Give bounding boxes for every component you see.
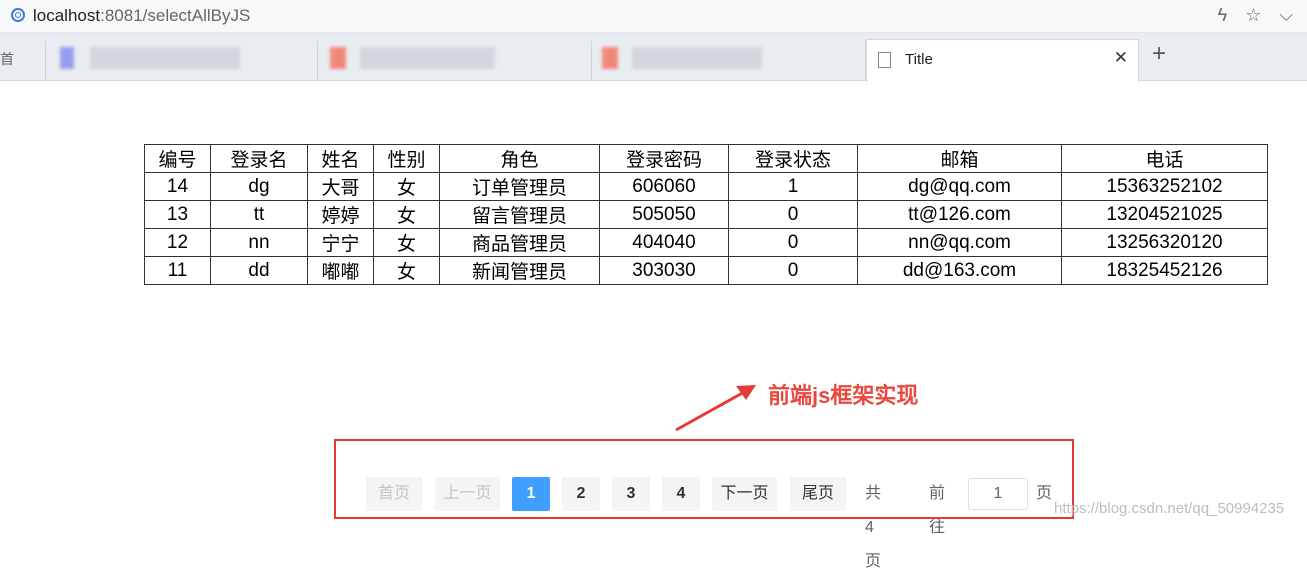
cell-login-status: 0	[728, 256, 858, 285]
page-icon	[878, 52, 891, 68]
cell-password: 606060	[599, 172, 729, 201]
header-name: 姓名	[307, 144, 374, 173]
total-pages-label: 共 4 页	[865, 485, 882, 570]
new-tab-button[interactable]: +	[1152, 40, 1166, 68]
tab-favicon-icon	[602, 47, 618, 69]
header-id: 编号	[144, 144, 211, 173]
header-password: 登录密码	[599, 144, 729, 173]
cell-email: tt@126.com	[857, 200, 1062, 229]
tab-blurred-2[interactable]	[318, 41, 592, 81]
site-security-icon[interactable]	[11, 8, 25, 22]
page-button-1[interactable]: 1	[512, 477, 550, 511]
star-icon[interactable]: ☆	[1245, 5, 1261, 26]
table-row: 12 nn 宁宁 女 商品管理员 404040 0 nn@qq.com 1325…	[144, 228, 1268, 257]
cell-id: 12	[144, 228, 211, 257]
goto-suffix: 页	[1036, 485, 1053, 502]
cell-login-name: dg	[210, 172, 308, 201]
address-bar[interactable]: localhost:8081/selectAllByJS ϟ ☆ ⌵	[0, 0, 1307, 33]
prev-page-button[interactable]: 上一页	[435, 477, 500, 511]
tab-favicon-icon	[60, 47, 74, 69]
cell-name: 嘟嘟	[307, 256, 374, 285]
tab-strip: Title ✕	[0, 33, 1307, 82]
cell-id: 13	[144, 200, 211, 229]
cell-phone: 18325452126	[1061, 256, 1268, 285]
header-login-status: 登录状态	[728, 144, 858, 173]
annotation-arrow-icon	[675, 385, 756, 432]
cell-email: nn@qq.com	[857, 228, 1062, 257]
cell-phone: 13256320120	[1061, 228, 1268, 257]
cell-email: dg@qq.com	[857, 172, 1062, 201]
header-login-name: 登录名	[210, 144, 308, 173]
cell-name: 大哥	[307, 172, 374, 201]
header-gender: 性别	[373, 144, 440, 173]
next-page-button[interactable]: 下一页	[712, 477, 777, 511]
tab-partial-text: 首	[0, 51, 14, 67]
url-text[interactable]: localhost:8081/selectAllByJS	[33, 6, 250, 26]
cell-role: 留言管理员	[439, 200, 600, 229]
cell-login-name: tt	[210, 200, 308, 229]
cell-password: 303030	[599, 256, 729, 285]
users-table: 编号 登录名 姓名 性别 角色 登录密码 登录状态 邮箱 电话 14 dg 大哥…	[144, 144, 1268, 285]
cell-login-status: 1	[728, 172, 858, 201]
url-path: :8081/selectAllByJS	[100, 6, 251, 25]
last-page-button[interactable]: 尾页	[790, 477, 846, 511]
cell-login-status: 0	[728, 228, 858, 257]
page-button-2[interactable]: 2	[562, 477, 600, 511]
cell-name: 婷婷	[307, 200, 374, 229]
table-row: 14 dg 大哥 女 订单管理员 606060 1 dg@qq.com 1536…	[144, 172, 1268, 201]
url-host: localhost	[33, 6, 101, 25]
page-button-3[interactable]: 3	[612, 477, 650, 511]
header-phone: 电话	[1061, 144, 1268, 173]
tab-blurred-3[interactable]	[592, 41, 866, 81]
cell-password: 505050	[599, 200, 729, 229]
first-page-button[interactable]: 首页	[366, 477, 422, 511]
tab-blurred-1[interactable]	[46, 41, 318, 81]
cell-role: 商品管理员	[439, 228, 600, 257]
cell-phone: 15363252102	[1061, 172, 1268, 201]
close-icon[interactable]: ✕	[1114, 48, 1128, 68]
page-button-4[interactable]: 4	[662, 477, 700, 511]
lightning-icon[interactable]: ϟ	[1218, 5, 1228, 26]
tab-blurred-title	[632, 47, 762, 69]
cell-gender: 女	[373, 200, 440, 229]
cell-id: 11	[144, 256, 211, 285]
cell-name: 宁宁	[307, 228, 374, 257]
address-bar-actions: ϟ ☆ ⌵	[1205, 5, 1293, 26]
tab-blurred-title	[360, 47, 495, 69]
cell-login-name: dd	[210, 256, 308, 285]
tab-favicon-icon	[330, 47, 346, 69]
table-row: 13 tt 婷婷 女 留言管理员 505050 0 tt@126.com 132…	[144, 200, 1268, 229]
tab-active[interactable]: Title ✕	[866, 39, 1139, 82]
cell-role: 新闻管理员	[439, 256, 600, 285]
header-email: 邮箱	[857, 144, 1062, 173]
goto-label: 前往	[929, 485, 946, 536]
cell-gender: 女	[373, 172, 440, 201]
annotation-label: 前端js框架实现	[768, 383, 919, 408]
cell-gender: 女	[373, 256, 440, 285]
table-header-row: 编号 登录名 姓名 性别 角色 登录密码 登录状态 邮箱 电话	[144, 144, 1268, 173]
tab-blurred-title	[90, 47, 240, 69]
watermark: https://blog.csdn.net/qq_50994235	[1054, 500, 1285, 517]
cell-password: 404040	[599, 228, 729, 257]
goto-page-input[interactable]: 1	[968, 478, 1028, 510]
cell-role: 订单管理员	[439, 172, 600, 201]
cell-login-name: nn	[210, 228, 308, 257]
chevron-down-icon[interactable]: ⌵	[1279, 5, 1293, 26]
cell-phone: 13204521025	[1061, 200, 1268, 229]
cell-email: dd@163.com	[857, 256, 1062, 285]
cell-gender: 女	[373, 228, 440, 257]
tab-title: Title	[905, 51, 933, 68]
cell-id: 14	[144, 172, 211, 201]
table-row: 11 dd 嘟嘟 女 新闻管理员 303030 0 dd@163.com 183…	[144, 256, 1268, 285]
cell-login-status: 0	[728, 200, 858, 229]
header-role: 角色	[439, 144, 600, 173]
